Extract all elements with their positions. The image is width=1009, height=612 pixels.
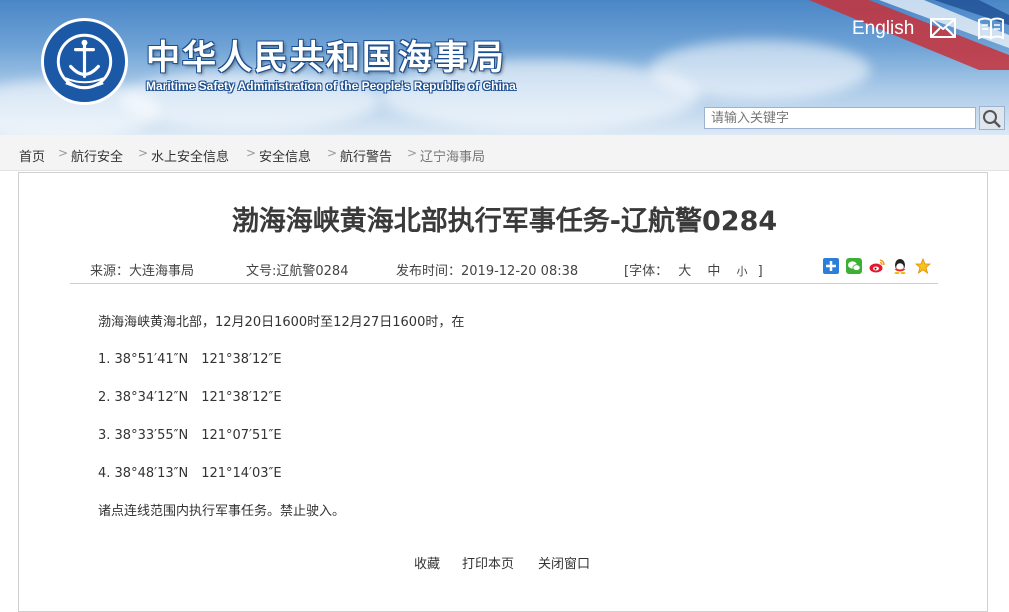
breadcrumb: 首页 > 航行安全 > 水上安全信息 > 安全信息 > 航行警告 > 辽宁海事局 [0,135,1009,171]
breadcrumb-liaoning-msa[interactable]: 辽宁海事局 [420,146,485,165]
bookmark-link[interactable]: 收藏 [414,553,440,572]
breadcrumb-navigation-warning[interactable]: 航行警告 [340,146,392,165]
plus-share-icon[interactable] [823,258,839,274]
article-paragraph: 诸点连线范围内执行军事任务。禁止驶入。 [98,504,346,519]
book-icon[interactable] [978,16,1004,40]
search-icon [983,110,1001,128]
article-paragraph: 渤海海峡黄海北部，12月20日1600时至12月27日1600时，在 [98,315,465,330]
article-publish-time: 发布时间：2019-12-20 08:38 [396,264,579,279]
article-source: 来源：大连海事局 [90,264,195,279]
coordinate-point-4: 4. 38°48′13″N 121°14′03″E [98,466,282,481]
font-size-small[interactable]: 小 [737,265,748,278]
font-size-medium[interactable]: 中 [707,264,720,279]
search-button[interactable] [979,106,1005,130]
font-size-control: [字体： 大 中 小 ] [624,260,763,279]
breadcrumb-water-safety-info[interactable]: 水上安全信息 [151,146,229,165]
wechat-icon[interactable] [846,258,862,274]
print-link[interactable]: 打印本页 [462,553,514,572]
breadcrumb-separator: > [58,146,69,160]
breadcrumb-separator: > [246,146,257,160]
site-subtitle: Maritime Safety Administration of the Pe… [146,79,516,93]
font-size-label: [字体： [624,264,669,279]
english-link[interactable]: English [852,18,914,40]
breadcrumb-navigation-safety[interactable]: 航行安全 [71,146,123,165]
qq-icon[interactable] [892,258,908,274]
font-size-large[interactable]: 大 [678,264,691,279]
qzone-star-icon[interactable] [915,258,931,274]
search-input[interactable] [704,107,976,129]
weibo-icon[interactable] [869,258,885,274]
breadcrumb-separator: > [327,146,338,160]
close-window-link[interactable]: 关闭窗口 [538,553,590,572]
coordinate-point-2: 2. 38°34′12″N 121°38′12″E [98,390,282,405]
site-title: 中华人民共和国海事局 [146,38,506,78]
font-size-label-close: ] [757,264,763,279]
breadcrumb-separator: > [407,146,418,160]
breadcrumb-home[interactable]: 首页 [19,146,45,165]
coordinate-point-3: 3. 38°33′55″N 121°07′51″E [98,428,282,443]
breadcrumb-separator: > [138,146,149,160]
coordinate-point-1: 1. 38°51′41″N 121°38′12″E [98,352,282,367]
article-title: 渤海海峡黄海北部执行军事任务-辽航警0284 [231,206,778,237]
mail-icon[interactable] [930,17,956,39]
china-msa-logo [40,17,129,106]
article-doc-number: 文号:辽航警0284 [246,264,349,279]
article-meta-bar: 来源：大连海事局 文号:辽航警0284 发布时间：2019-12-20 08:3… [70,252,938,284]
breadcrumb-safety-info[interactable]: 安全信息 [259,146,311,165]
